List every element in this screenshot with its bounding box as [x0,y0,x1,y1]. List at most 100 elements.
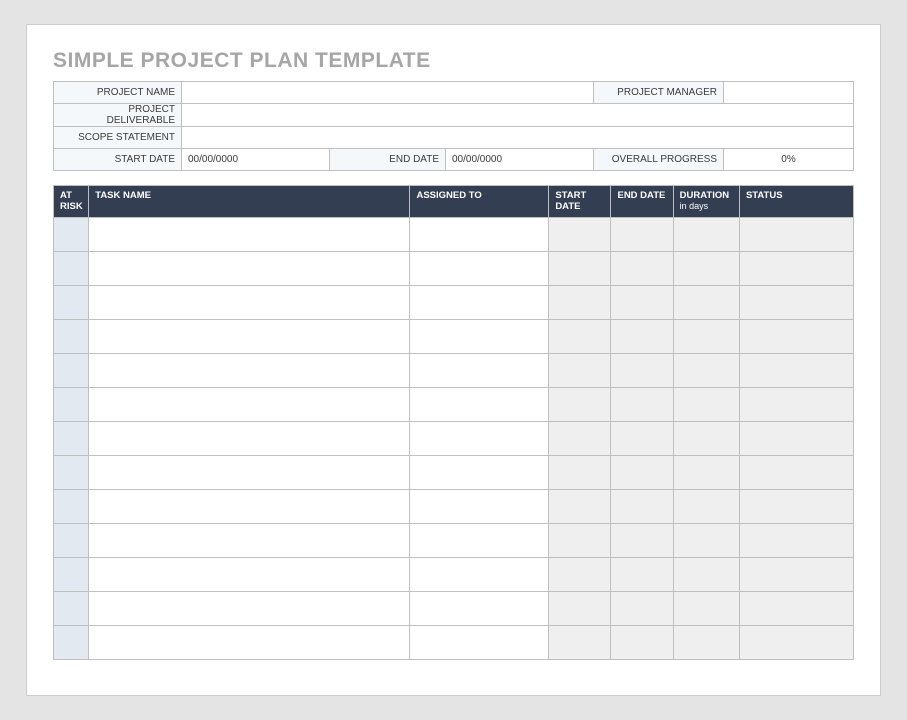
task-name-cell[interactable] [89,455,410,489]
duration-cell[interactable] [673,353,739,387]
overall-progress-value[interactable]: 0% [724,149,854,171]
assigned-to-cell[interactable] [410,625,549,659]
status-cell[interactable] [739,455,853,489]
end-date-cell[interactable] [611,217,673,251]
end-date-cell[interactable] [611,251,673,285]
assigned-to-cell[interactable] [410,217,549,251]
status-cell[interactable] [739,353,853,387]
assigned-to-cell[interactable] [410,319,549,353]
task-name-cell[interactable] [89,387,410,421]
at-risk-cell[interactable] [54,353,89,387]
duration-cell[interactable] [673,251,739,285]
duration-cell[interactable] [673,455,739,489]
status-cell[interactable] [739,625,853,659]
start-date-cell[interactable] [549,319,611,353]
duration-cell[interactable] [673,591,739,625]
task-name-cell[interactable] [89,557,410,591]
end-date-cell[interactable] [611,591,673,625]
start-date-cell[interactable] [549,591,611,625]
end-date-cell[interactable] [611,523,673,557]
at-risk-cell[interactable] [54,455,89,489]
start-date-cell[interactable] [549,387,611,421]
at-risk-cell[interactable] [54,421,89,455]
end-date-cell[interactable] [611,625,673,659]
at-risk-cell[interactable] [54,591,89,625]
at-risk-cell[interactable] [54,251,89,285]
status-cell[interactable] [739,387,853,421]
status-cell[interactable] [739,217,853,251]
assigned-to-cell[interactable] [410,285,549,319]
assigned-to-cell[interactable] [410,591,549,625]
status-cell[interactable] [739,557,853,591]
start-date-cell[interactable] [549,421,611,455]
project-manager-value[interactable] [724,82,854,104]
start-date-cell[interactable] [549,285,611,319]
at-risk-cell[interactable] [54,319,89,353]
at-risk-cell[interactable] [54,387,89,421]
task-name-cell[interactable] [89,489,410,523]
status-cell[interactable] [739,251,853,285]
start-date-cell[interactable] [549,489,611,523]
duration-cell[interactable] [673,557,739,591]
duration-cell[interactable] [673,523,739,557]
duration-cell[interactable] [673,489,739,523]
assigned-to-cell[interactable] [410,455,549,489]
end-date-cell[interactable] [611,421,673,455]
task-name-cell[interactable] [89,285,410,319]
project-name-value[interactable] [182,82,594,104]
assigned-to-cell[interactable] [410,523,549,557]
at-risk-cell[interactable] [54,523,89,557]
assigned-to-cell[interactable] [410,251,549,285]
task-name-cell[interactable] [89,591,410,625]
task-name-cell[interactable] [89,421,410,455]
task-name-cell[interactable] [89,523,410,557]
start-date-cell[interactable] [549,353,611,387]
start-date-cell[interactable] [549,251,611,285]
assigned-to-cell[interactable] [410,387,549,421]
deliverable-value[interactable] [182,104,854,127]
duration-cell[interactable] [673,421,739,455]
duration-cell[interactable] [673,625,739,659]
start-date-cell[interactable] [549,455,611,489]
task-name-cell[interactable] [89,217,410,251]
end-date-cell[interactable] [611,455,673,489]
at-risk-cell[interactable] [54,557,89,591]
start-date-cell[interactable] [549,557,611,591]
task-name-cell[interactable] [89,353,410,387]
assigned-to-cell[interactable] [410,489,549,523]
table-row [54,353,854,387]
start-date-value[interactable]: 00/00/0000 [182,149,330,171]
at-risk-cell[interactable] [54,625,89,659]
status-cell[interactable] [739,319,853,353]
start-date-cell[interactable] [549,625,611,659]
status-cell[interactable] [739,489,853,523]
status-cell[interactable] [739,591,853,625]
scope-value[interactable] [182,127,854,149]
header-at-risk: AT RISK [54,186,89,218]
duration-cell[interactable] [673,387,739,421]
end-date-value[interactable]: 00/00/0000 [446,149,594,171]
end-date-cell[interactable] [611,285,673,319]
at-risk-cell[interactable] [54,489,89,523]
task-name-cell[interactable] [89,319,410,353]
status-cell[interactable] [739,421,853,455]
at-risk-cell[interactable] [54,217,89,251]
duration-cell[interactable] [673,319,739,353]
assigned-to-cell[interactable] [410,421,549,455]
task-name-cell[interactable] [89,625,410,659]
end-date-cell[interactable] [611,353,673,387]
start-date-cell[interactable] [549,217,611,251]
end-date-cell[interactable] [611,319,673,353]
duration-cell[interactable] [673,217,739,251]
at-risk-cell[interactable] [54,285,89,319]
start-date-cell[interactable] [549,523,611,557]
end-date-cell[interactable] [611,489,673,523]
end-date-cell[interactable] [611,557,673,591]
status-cell[interactable] [739,523,853,557]
duration-cell[interactable] [673,285,739,319]
assigned-to-cell[interactable] [410,557,549,591]
status-cell[interactable] [739,285,853,319]
task-name-cell[interactable] [89,251,410,285]
assigned-to-cell[interactable] [410,353,549,387]
end-date-cell[interactable] [611,387,673,421]
